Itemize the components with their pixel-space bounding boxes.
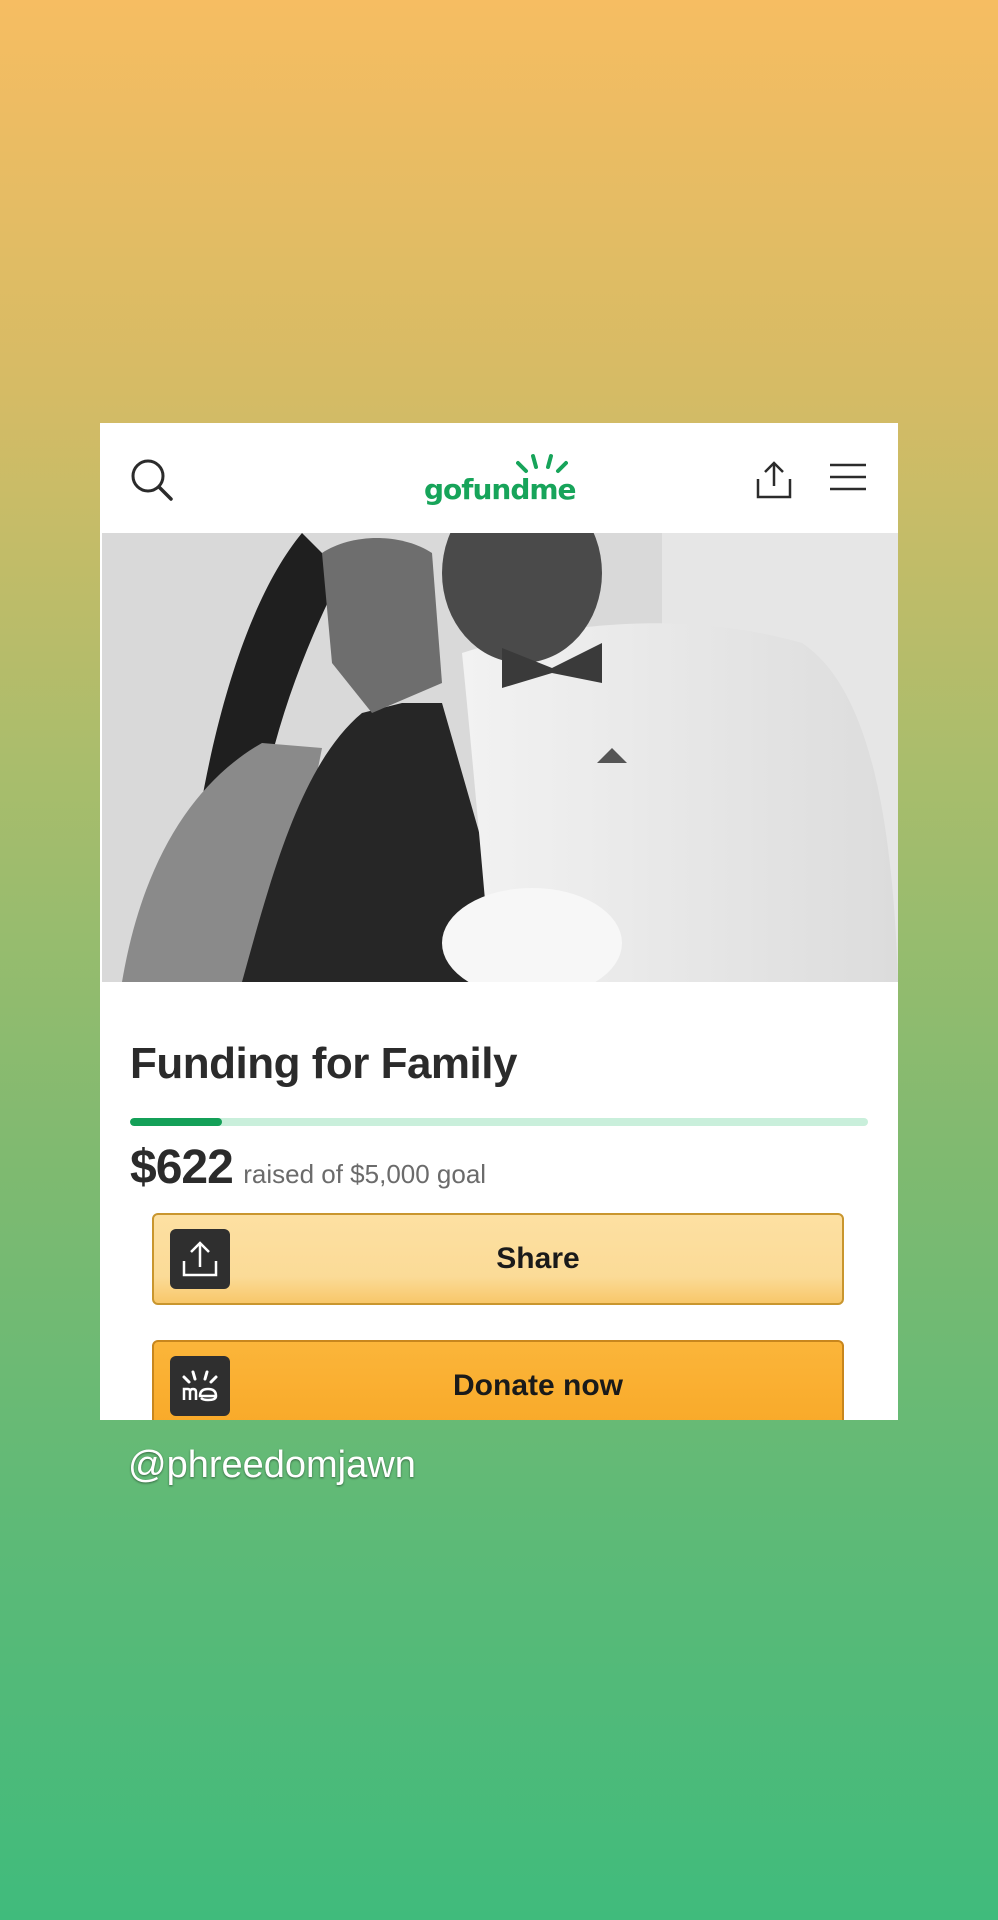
top-nav-bar: gofundme bbox=[100, 423, 898, 533]
share-icon[interactable] bbox=[752, 457, 796, 501]
amount-raised-row: $622 raised of $5,000 goal bbox=[130, 1140, 486, 1195]
amount-raised: $622 bbox=[130, 1141, 234, 1194]
logo-text: gofundme bbox=[424, 473, 577, 506]
menu-icon[interactable] bbox=[828, 461, 868, 493]
share-button-label: Share bbox=[496, 1242, 580, 1275]
campaign-title: Funding for Family bbox=[130, 1039, 517, 1088]
gofundme-me-icon bbox=[182, 1370, 218, 1402]
progress-bar bbox=[130, 1118, 868, 1126]
search-icon[interactable] bbox=[130, 458, 174, 502]
fundraiser-card: gofundme Funding for Family $622 raised … bbox=[100, 423, 898, 1420]
progress-fill bbox=[130, 1118, 222, 1126]
gofundme-logo[interactable]: gofundme bbox=[420, 453, 580, 509]
donate-button-label: Donate now bbox=[453, 1369, 623, 1402]
account-handle: @phreedomjawn bbox=[128, 1444, 416, 1486]
goal-text: raised of $5,000 goal bbox=[243, 1159, 487, 1189]
hero-photo bbox=[102, 533, 898, 982]
donate-button-icon-box bbox=[170, 1356, 230, 1416]
donate-button[interactable]: Donate now bbox=[152, 1340, 844, 1420]
share-button[interactable]: Share bbox=[152, 1213, 844, 1305]
share-icon bbox=[182, 1241, 218, 1277]
share-button-icon-box bbox=[170, 1229, 230, 1289]
sun-rays-icon bbox=[516, 454, 568, 473]
